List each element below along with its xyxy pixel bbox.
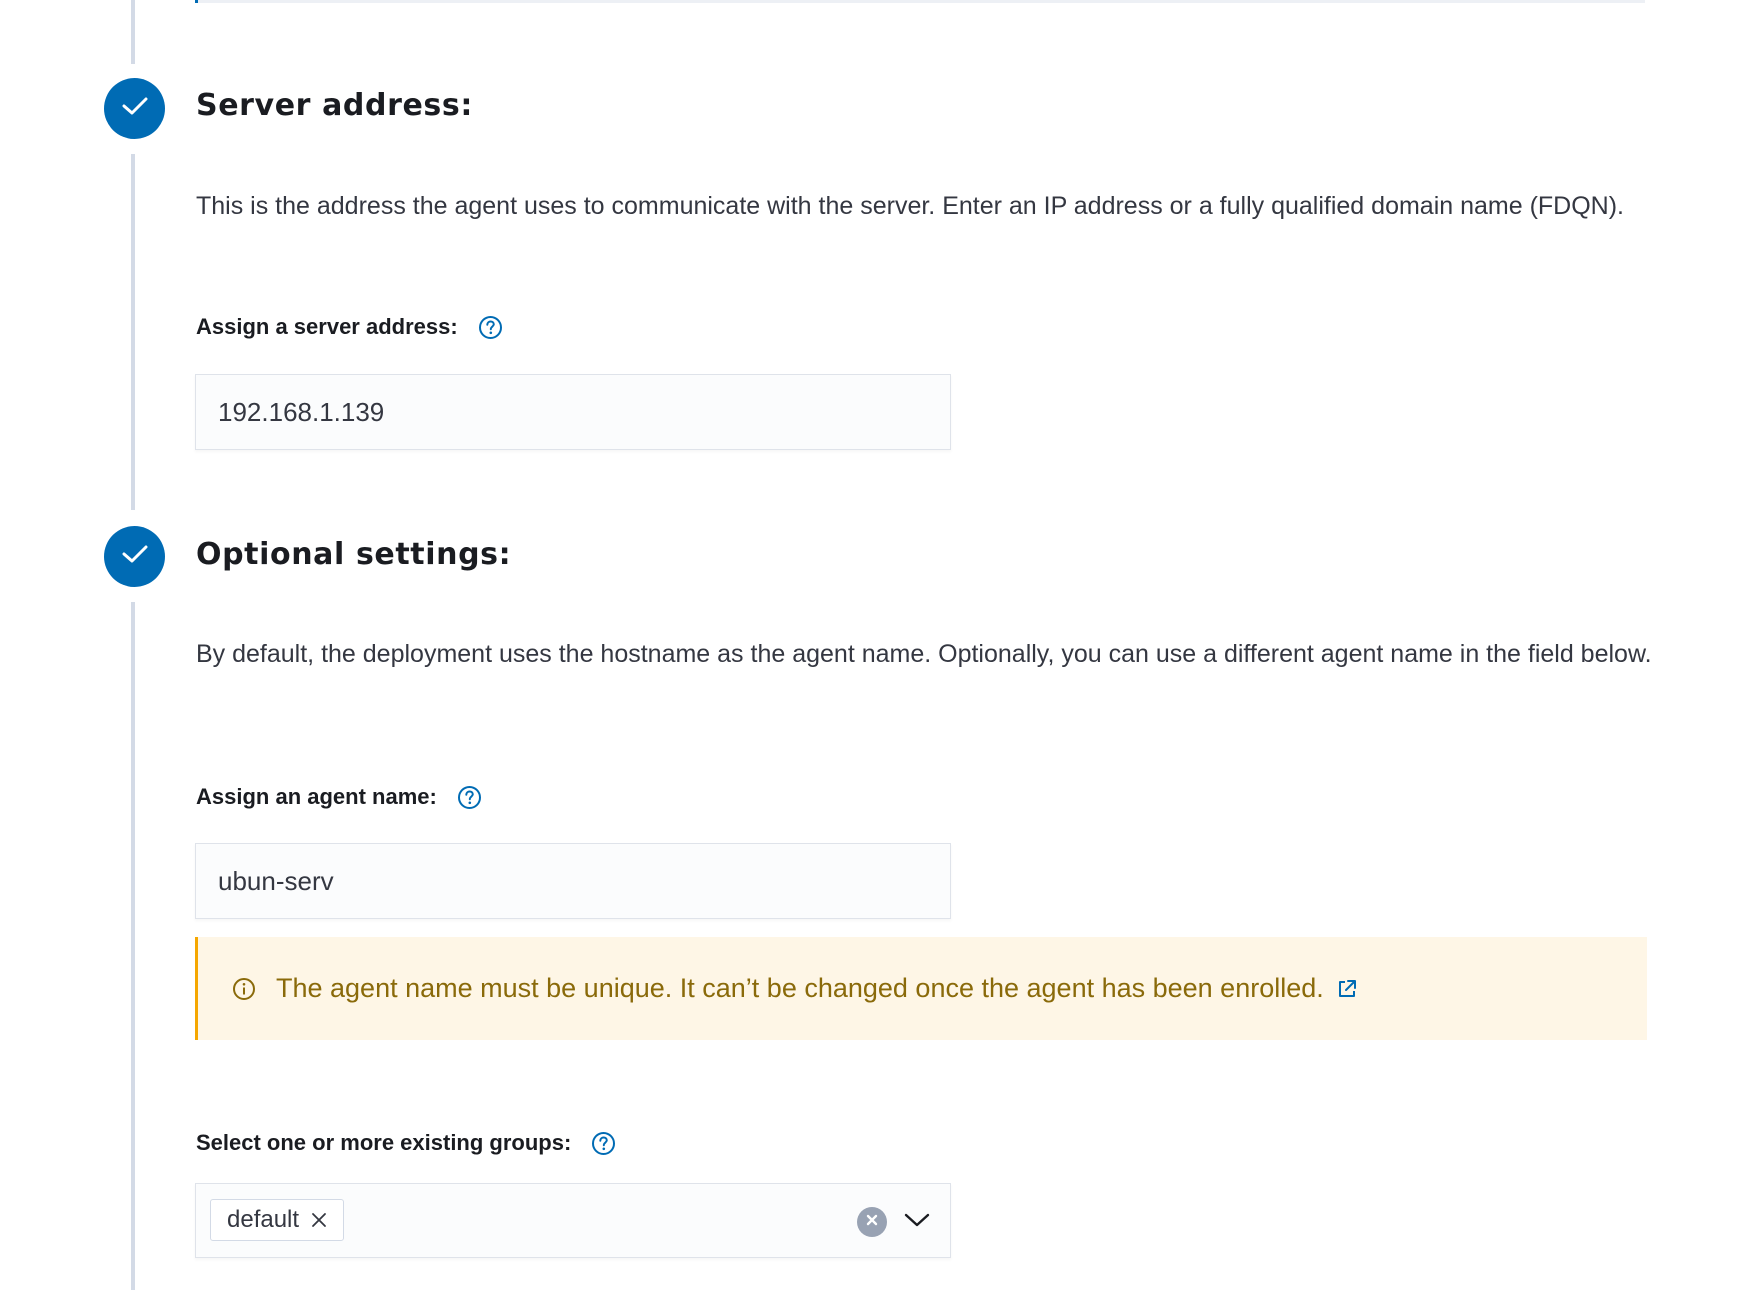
groups-dropdown-toggle[interactable]	[901, 1206, 933, 1238]
question-circle-icon[interactable]	[591, 1131, 616, 1156]
callout-text: The agent name must be unique. It can’t …	[276, 973, 1324, 1003]
external-link-icon[interactable]	[1336, 978, 1358, 1000]
step-connector	[131, 0, 135, 64]
step-connector	[131, 154, 135, 510]
group-pill-label: default	[227, 1206, 300, 1233]
server-address-input[interactable]	[195, 374, 951, 450]
previous-step-panel-edge	[195, 0, 1645, 3]
agent-name-warning-callout: The agent name must be unique. It can’t …	[195, 937, 1647, 1040]
clear-circle-icon	[865, 1213, 879, 1232]
question-circle-icon[interactable]	[457, 785, 482, 810]
server-address-field-label: Assign a server address:	[196, 314, 503, 340]
server-address-description: This is the address the agent uses to co…	[196, 192, 1625, 220]
agent-name-label-text: Assign an agent name:	[196, 784, 437, 809]
question-circle-icon[interactable]	[478, 315, 503, 340]
check-icon	[122, 96, 148, 121]
groups-field-label: Select one or more existing groups:	[196, 1130, 616, 1156]
agent-name-input[interactable]	[195, 843, 951, 919]
step-title-server-address: Server address:	[196, 88, 473, 123]
step-complete-indicator	[104, 78, 165, 139]
step-connector	[131, 602, 135, 1290]
agent-name-field-label: Assign an agent name:	[196, 784, 482, 810]
check-icon	[122, 544, 148, 569]
groups-label-text: Select one or more existing groups:	[196, 1130, 572, 1155]
info-icon	[232, 977, 256, 1001]
step-title-optional-settings: Optional settings:	[196, 537, 512, 572]
chevron-down-icon	[904, 1212, 930, 1233]
step-complete-indicator	[104, 526, 165, 587]
agent-deployment-steps: Server address: This is the address the …	[0, 0, 1742, 1290]
groups-combo-box[interactable]: default	[195, 1183, 951, 1258]
clear-selection-button[interactable]	[857, 1207, 887, 1237]
optional-settings-description: By default, the deployment uses the host…	[196, 640, 1652, 668]
server-address-label-text: Assign a server address:	[196, 314, 458, 339]
group-pill-default: default	[210, 1199, 345, 1241]
cross-icon[interactable]	[311, 1212, 327, 1228]
